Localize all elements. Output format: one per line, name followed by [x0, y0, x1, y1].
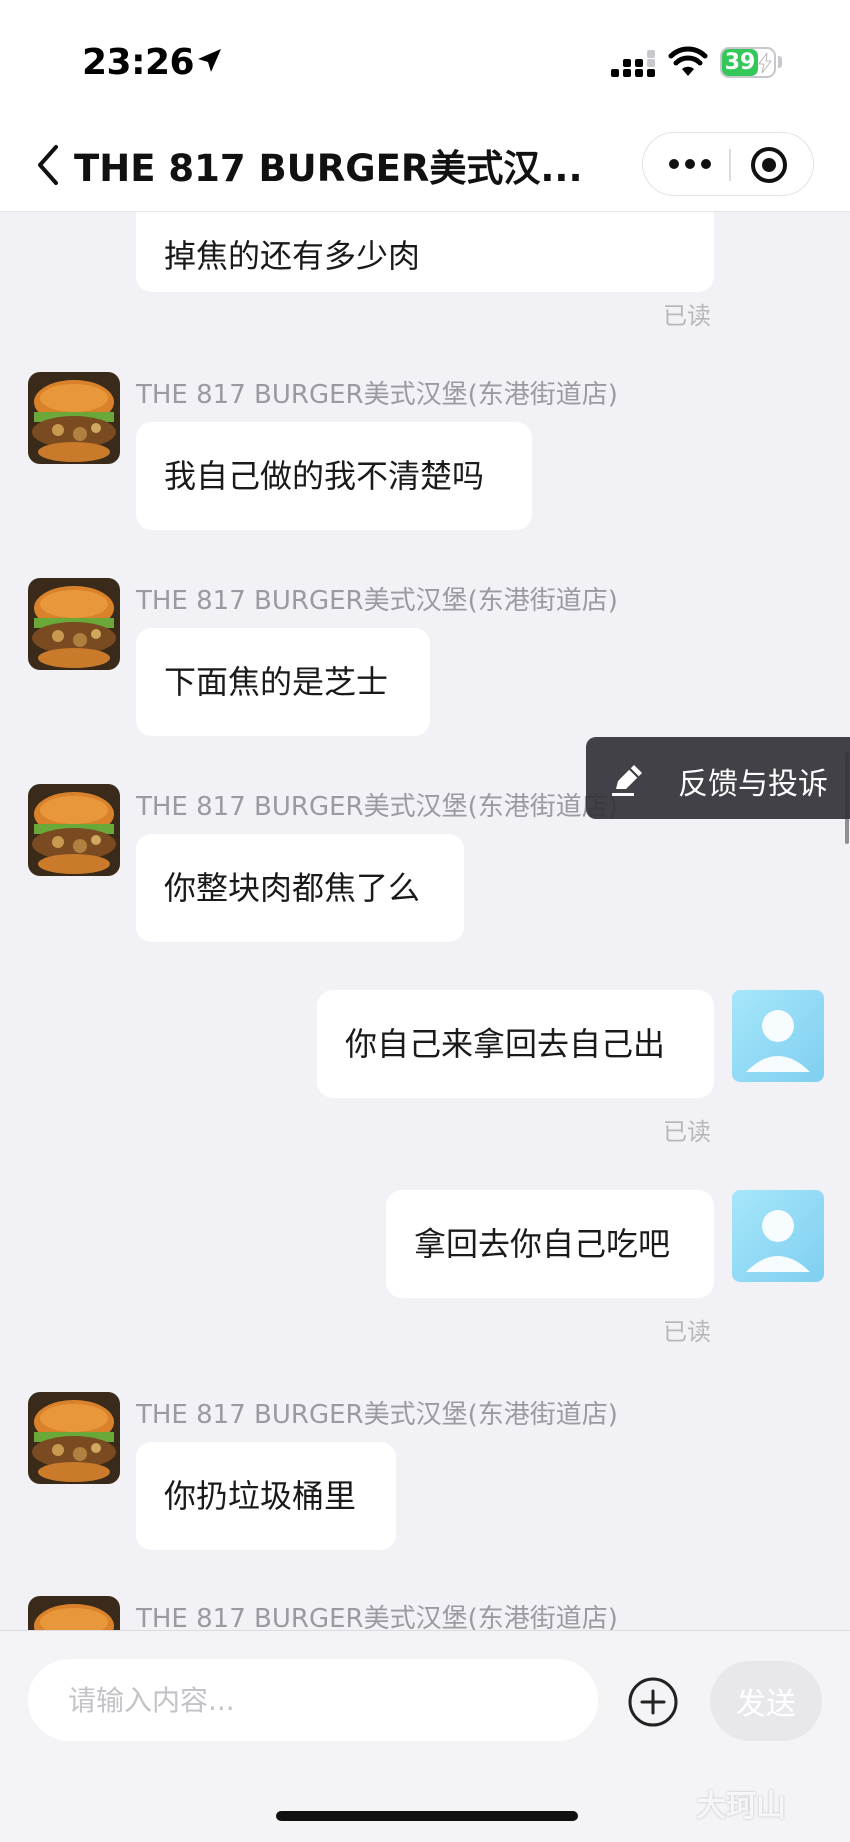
close-miniprogram-icon[interactable]	[749, 145, 789, 185]
watermark: 大珂山	[696, 1789, 786, 1824]
home-indicator[interactable]	[276, 1811, 578, 1821]
avatar[interactable]	[28, 1596, 120, 1630]
charging-bolt-icon	[758, 53, 772, 73]
avatar[interactable]	[28, 578, 120, 670]
message-text: 你扔垃圾桶里	[164, 1477, 357, 1515]
read-receipt: 已读	[663, 1118, 711, 1146]
burger-avatar-icon	[28, 578, 120, 670]
message-bubble[interactable]: 拿回去你自己吃吧	[386, 1190, 714, 1298]
send-button[interactable]: 发送	[710, 1661, 822, 1741]
cellular-signal-icon	[611, 50, 655, 77]
avatar[interactable]	[28, 1392, 120, 1484]
feedback-label: 反馈与投诉	[678, 767, 828, 802]
read-receipt: 已读	[663, 302, 711, 330]
default-user-icon	[732, 990, 824, 1082]
chat-area[interactable]: 掉焦的还有多少肉 已读 THE 817 BURGER美式汉堡(东港街道店) 我自…	[0, 212, 850, 1630]
status-bar: 23:26 39	[0, 0, 850, 118]
message-text: 你自己来拿回去自己出	[345, 1025, 666, 1063]
miniprogram-capsule	[642, 132, 814, 196]
message-text: 掉焦的还有多少肉	[164, 237, 421, 275]
message-input[interactable]	[28, 1659, 598, 1741]
sender-name: THE 817 BURGER美式汉堡(东港街道店)	[136, 380, 618, 410]
message-bubble[interactable]: 下面焦的是芝士	[136, 628, 430, 736]
status-time: 23:26	[82, 42, 195, 83]
user-avatar[interactable]	[732, 1190, 824, 1282]
message-bubble[interactable]: 你自己来拿回去自己出	[317, 990, 714, 1098]
edit-pencil-icon	[612, 765, 642, 796]
feedback-button[interactable]: 反馈与投诉	[586, 737, 850, 819]
message-bubble[interactable]: 掉焦的还有多少肉	[136, 212, 714, 292]
message-bubble[interactable]: 你整块肉都焦了么	[136, 834, 464, 942]
capsule-divider	[729, 149, 731, 181]
burger-avatar-icon	[28, 1596, 120, 1630]
sender-name: THE 817 BURGER美式汉堡(东港街道店)	[136, 586, 618, 616]
sender-name: THE 817 BURGER美式汉堡(东港街道店)	[136, 1400, 618, 1430]
nav-bar: THE 817 BURGER美式汉...	[0, 118, 850, 212]
message-bubble[interactable]: 我自己做的我不清楚吗	[136, 422, 532, 530]
burger-avatar-icon	[28, 1392, 120, 1484]
message-text: 我自己做的我不清楚吗	[164, 457, 485, 495]
avatar[interactable]	[28, 784, 120, 876]
back-icon[interactable]	[34, 143, 64, 187]
battery-tip	[778, 56, 782, 68]
message-text: 拿回去你自己吃吧	[414, 1225, 671, 1263]
wifi-icon	[668, 46, 708, 76]
default-user-icon	[732, 1190, 824, 1282]
add-attachment-icon[interactable]	[626, 1675, 680, 1729]
sender-name: THE 817 BURGER美式汉堡(东港街道店)	[136, 1604, 618, 1630]
message-text: 下面焦的是芝士	[164, 663, 389, 701]
location-arrow-icon	[198, 49, 221, 72]
read-receipt: 已读	[663, 1318, 711, 1346]
avatar[interactable]	[28, 372, 120, 464]
burger-avatar-icon	[28, 784, 120, 876]
input-bar: 发送 大珂山	[0, 1630, 850, 1842]
more-icon[interactable]	[667, 155, 713, 173]
burger-avatar-icon	[28, 372, 120, 464]
sender-name: THE 817 BURGER美式汉堡(东港街道店)	[136, 792, 618, 822]
message-text: 你整块肉都焦了么	[164, 869, 421, 907]
page-title: THE 817 BURGER美式汉...	[74, 147, 583, 190]
message-bubble[interactable]: 你扔垃圾桶里	[136, 1442, 396, 1550]
user-avatar[interactable]	[732, 990, 824, 1082]
battery-level: 39	[722, 49, 758, 76]
